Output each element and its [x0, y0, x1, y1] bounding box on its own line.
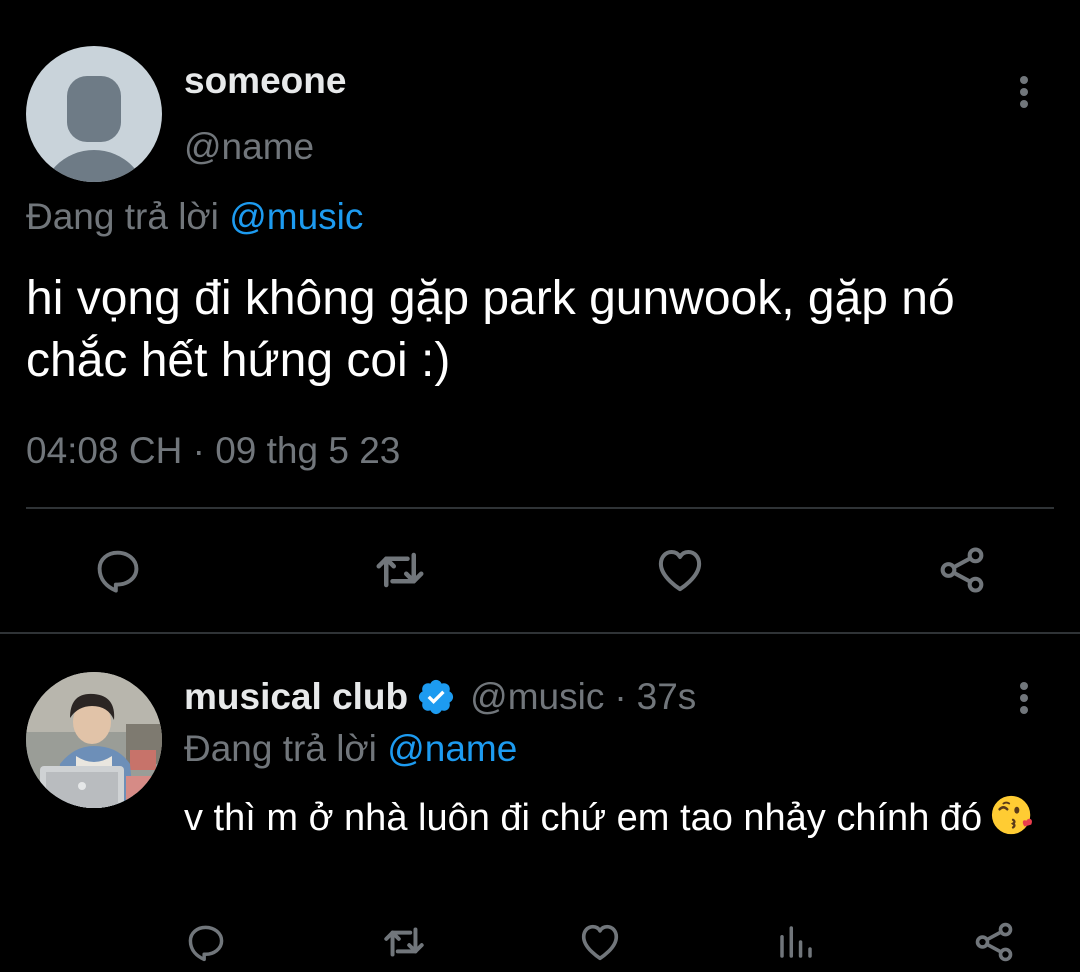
retweet-button[interactable]	[370, 540, 430, 600]
replying-to-mention[interactable]: @name	[387, 728, 517, 769]
retweet-icon	[376, 552, 424, 588]
avatar-body-silhouette	[40, 150, 148, 182]
like-button[interactable]	[650, 540, 710, 600]
divider	[26, 507, 1054, 509]
replying-prefix: Đang trả lời	[184, 728, 377, 769]
author-handle[interactable]: @name	[184, 126, 314, 168]
avatar-photo-image	[26, 672, 162, 808]
verified-badge-icon	[419, 679, 454, 715]
retweet-button[interactable]	[374, 912, 434, 972]
reply-author-display-name[interactable]: musical club	[184, 676, 408, 718]
tweet-text: hi vọng đi không gặp park gunwook, gặp n…	[26, 272, 955, 387]
replying-to-line: Đang trả lời @name	[184, 728, 517, 770]
replying-prefix: Đang trả lời	[26, 196, 219, 237]
meta-separator: ·	[614, 676, 627, 717]
analytics-button[interactable]	[766, 912, 826, 972]
bar-chart-icon	[780, 926, 812, 958]
heart-icon	[658, 549, 702, 592]
reply-author-avatar[interactable]	[26, 672, 162, 808]
share-icon	[975, 922, 1013, 962]
reply-text-content: v thì m ở nhà luôn đi chứ em tao nhảy ch…	[184, 797, 983, 839]
retweet-icon	[384, 927, 424, 957]
share-button[interactable]	[964, 912, 1024, 972]
heart-icon	[581, 924, 619, 961]
more-options-icon[interactable]	[1008, 72, 1040, 112]
reply-button[interactable]	[88, 540, 148, 600]
default-avatar[interactable]	[26, 46, 162, 182]
replying-to-line: Đang trả lời @music	[26, 196, 363, 238]
reply-header: musical club @music · 37s	[184, 676, 696, 718]
share-button[interactable]	[932, 540, 992, 600]
comment-icon	[97, 550, 139, 593]
like-button[interactable]	[570, 912, 630, 972]
reply-author-handle[interactable]: @music	[470, 676, 604, 718]
replying-to-mention[interactable]: @music	[229, 196, 363, 237]
reply-tweet-text: v thì m ở nhà luôn đi chứ em tao nhảy ch…	[184, 792, 1054, 844]
comment-icon	[188, 925, 224, 962]
author-display-name[interactable]: someone	[184, 60, 346, 102]
share-icon	[940, 547, 984, 593]
tweet-timestamp[interactable]: 04:08 CH · 09 thg 5 23	[26, 430, 400, 472]
more-options-icon[interactable]	[1008, 678, 1040, 718]
divider	[0, 632, 1080, 634]
reply-time-ago[interactable]: 37s	[637, 676, 697, 718]
face-blowing-kiss-icon	[992, 795, 1033, 835]
reply-button[interactable]	[176, 912, 236, 972]
avatar-head-silhouette	[67, 76, 121, 142]
